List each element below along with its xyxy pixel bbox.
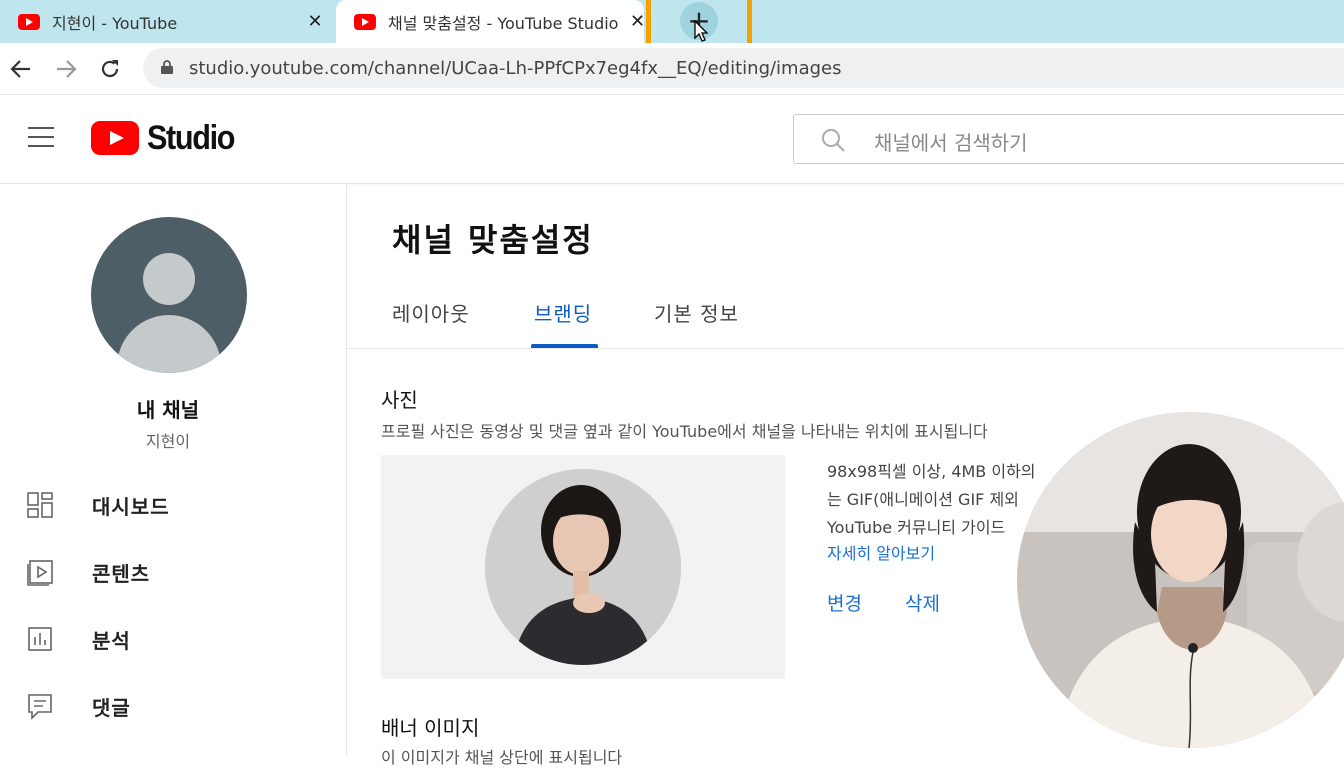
photo-info-line: 는 GIF(애니메이션 GIF 제외	[827, 490, 1019, 509]
profile-photo-preview	[381, 455, 785, 679]
tab-branding[interactable]: 브랜딩	[534, 298, 592, 327]
tab-basic-info[interactable]: 기본 정보	[654, 298, 739, 327]
sidebar-item-label: 콘텐츠	[92, 561, 151, 586]
banner-section-heading: 배너 이미지	[381, 716, 480, 740]
channel-avatar[interactable]	[91, 217, 247, 373]
browser-tab-bar: 지현이 - YouTube ✕ 채널 맞춤설정 - YouTube Studio…	[0, 0, 1344, 43]
youtube-logo-icon	[91, 121, 139, 155]
studio-logo-text: Studio	[147, 118, 235, 157]
delete-photo-button[interactable]: 삭제	[905, 589, 940, 616]
sidebar: 내 채널 지현이 대시보드 콘텐츠 분석 댓글	[0, 184, 347, 756]
profile-photo	[485, 469, 681, 665]
channel-name: 지현이	[145, 432, 191, 451]
lock-icon	[161, 60, 173, 74]
browser-tab-youtube[interactable]: 지현이 - YouTube ✕	[0, 0, 334, 43]
menu-icon[interactable]	[28, 127, 54, 147]
address-bar-row: studio.youtube.com/channel/UCaa-Lh-PPfCP…	[0, 43, 1344, 95]
dashboard-icon	[27, 492, 53, 518]
webcam-overlay	[1017, 412, 1344, 748]
my-channel-label: 내 채널	[136, 398, 200, 422]
learn-more-link[interactable]: 자세히 알아보기	[827, 540, 935, 564]
sidebar-item-label: 댓글	[92, 695, 131, 720]
profile-photo-image	[485, 469, 681, 665]
sidebar-item-label: 분석	[92, 628, 131, 653]
reload-button[interactable]	[94, 53, 126, 85]
mouse-cursor-icon	[694, 20, 709, 42]
sidebar-item-dashboard[interactable]: 대시보드	[26, 485, 170, 525]
analytics-icon	[28, 627, 52, 651]
youtube-favicon-icon	[18, 13, 40, 30]
back-button[interactable]	[5, 53, 37, 85]
studio-logo[interactable]: Studio	[91, 118, 244, 157]
sidebar-item-comments[interactable]: 댓글	[26, 686, 131, 726]
search-icon	[822, 129, 845, 152]
photo-info-line: 98x98픽셀 이상, 4MB 이하의	[827, 462, 1036, 481]
tab-title: 지현이 - YouTube	[52, 13, 178, 33]
photo-section-description: 프로필 사진은 동영상 및 댓글 옆과 같이 YouTube에서 채널을 나타내…	[381, 422, 988, 441]
content-icon	[27, 560, 53, 586]
studio-header: Studio 채널에서 검색하기	[0, 95, 1344, 184]
close-tab-icon[interactable]: ✕	[302, 9, 328, 35]
close-tab-icon[interactable]: ✕	[630, 9, 644, 35]
channel-search-input[interactable]: 채널에서 검색하기	[793, 114, 1344, 164]
tab-layout[interactable]: 레이아웃	[392, 298, 470, 327]
tab-divider	[347, 348, 1344, 349]
reload-icon	[101, 60, 119, 78]
sidebar-item-content[interactable]: 콘텐츠	[26, 552, 150, 592]
comments-icon	[28, 694, 52, 720]
forward-button[interactable]	[50, 53, 82, 85]
page-title: 채널 맞춤설정	[392, 221, 594, 259]
url-input[interactable]: studio.youtube.com/channel/UCaa-Lh-PPfCP…	[143, 48, 1344, 88]
change-photo-button[interactable]: 변경	[827, 589, 862, 616]
photo-info-line: YouTube 커뮤니티 가이드	[827, 518, 1006, 537]
photo-section-heading: 사진	[381, 388, 418, 412]
back-arrow-icon	[10, 60, 30, 78]
sidebar-item-label: 대시보드	[92, 494, 170, 519]
banner-section-description: 이 이미지가 채널 상단에 표시됩니다	[381, 748, 623, 767]
url-text: studio.youtube.com/channel/UCaa-Lh-PPfCP…	[189, 58, 842, 79]
forward-arrow-icon	[57, 60, 77, 78]
presenter-video	[1017, 412, 1344, 748]
browser-tab-studio[interactable]: 채널 맞춤설정 - YouTube Studio ✕	[336, 0, 644, 43]
tab-title: 채널 맞춤설정 - YouTube Studio	[388, 13, 619, 33]
youtube-favicon-icon	[354, 13, 376, 30]
sidebar-item-analytics[interactable]: 분석	[26, 619, 131, 659]
search-placeholder: 채널에서 검색하기	[874, 131, 1028, 155]
